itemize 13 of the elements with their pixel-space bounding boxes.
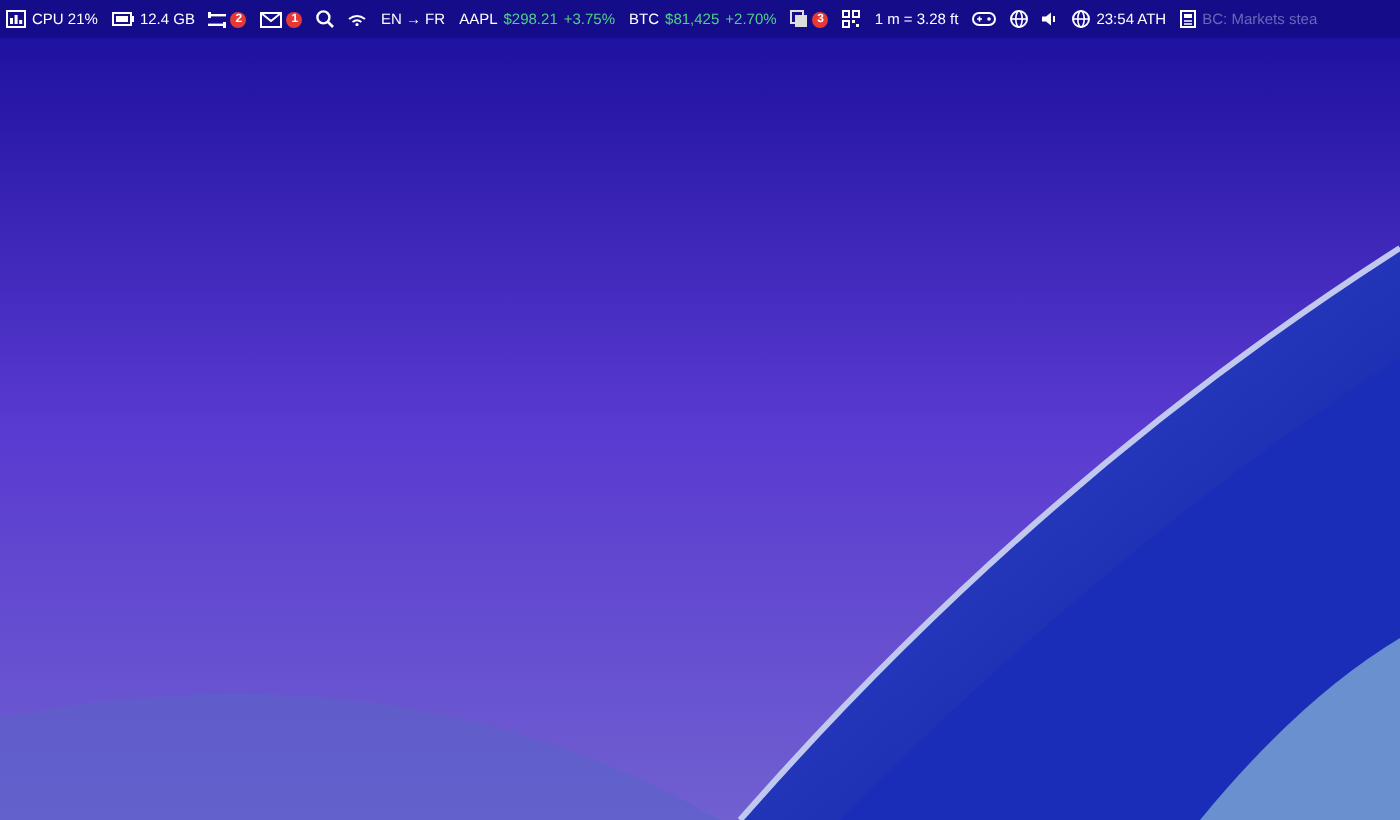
qr-icon[interactable] (842, 10, 861, 28)
wifi-icon[interactable] (348, 13, 367, 25)
globe-icon[interactable] (1072, 10, 1091, 28)
list-icon[interactable] (208, 11, 227, 27)
copy-icon[interactable] (790, 10, 809, 28)
chart-icon[interactable] (6, 10, 26, 28)
globe-icon[interactable] (1010, 10, 1029, 28)
newspaper-icon[interactable] (1180, 10, 1197, 28)
gamepad-icon[interactable] (972, 12, 997, 26)
battery-icon[interactable] (111, 12, 134, 26)
speaker-icon[interactable] (1042, 12, 1059, 26)
mail-icon[interactable] (260, 11, 283, 27)
search-icon[interactable] (316, 10, 335, 28)
